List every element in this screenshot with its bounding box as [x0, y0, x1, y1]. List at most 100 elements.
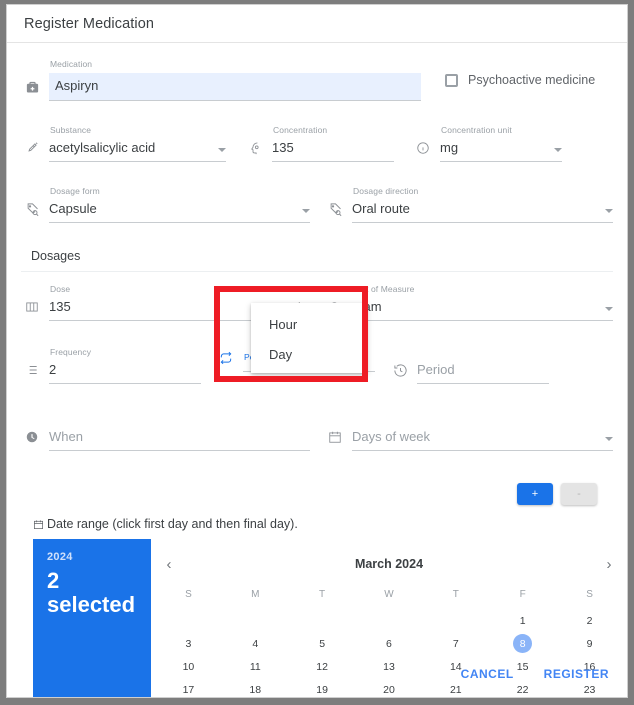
calendar-day-cell[interactable]: 11	[222, 655, 289, 678]
calendar-month-title: March 2024	[354, 557, 424, 571]
dosage-direction-value: Oral route	[352, 201, 410, 216]
concentration-unit-field[interactable]: Concentration unit mg	[412, 125, 562, 162]
calendar-day-cell[interactable]: 10	[155, 655, 222, 678]
calendar-day-cell[interactable]: 18	[222, 678, 289, 697]
period-line[interactable]: Period	[417, 361, 549, 384]
dropdown-option-day[interactable]: Day	[251, 339, 367, 369]
medical-bag-icon	[21, 76, 43, 98]
chevron-down-icon[interactable]	[218, 148, 226, 152]
chevron-down-icon[interactable]	[554, 148, 562, 152]
concentration-wrap: Concentration 135	[272, 125, 394, 162]
calendar-day-cell[interactable]: 6	[356, 632, 423, 655]
chevron-down-icon[interactable]	[605, 209, 613, 213]
medication-value: Aspiryn	[55, 78, 99, 93]
substance-wrap: Substance acetylsalicylic acid	[49, 125, 226, 162]
calendar-empty-cell	[422, 609, 489, 632]
add-dosage-button[interactable]: +	[517, 483, 553, 505]
calendar-day-today[interactable]: 8	[513, 634, 533, 653]
when-line[interactable]: When	[49, 428, 310, 451]
calendar-day-cell[interactable]: 3	[155, 632, 222, 655]
calendar-day[interactable]: 18	[246, 680, 265, 697]
calendar-day-cell[interactable]: 5	[289, 632, 356, 655]
calendar-day[interactable]: 17	[179, 680, 198, 697]
psychoactive-checkbox[interactable]	[445, 73, 458, 87]
calendar-day[interactable]: 11	[246, 657, 265, 676]
cancel-button[interactable]: CANCEL	[453, 661, 522, 687]
calendar-day-cell[interactable]: 12	[289, 655, 356, 678]
concentration-unit-line[interactable]: mg	[440, 139, 562, 162]
calendar-day-cell[interactable]: 9	[556, 632, 623, 655]
calendar-weekday: S	[586, 588, 593, 600]
medication-field[interactable]: Medication Aspiryn	[21, 59, 421, 101]
dialog-body: Medication Aspiryn Psychoactive medicine	[7, 59, 627, 697]
calendar-weekday: F	[519, 588, 526, 600]
frequency-line[interactable]: 2	[49, 361, 201, 384]
calendar-day-cell[interactable]: 1	[489, 609, 556, 632]
medication-label: Medication	[50, 59, 93, 69]
dialog-footer: CANCEL REGISTER	[453, 661, 617, 687]
when-field[interactable]: When	[21, 414, 310, 451]
calendar-day[interactable]: 6	[379, 634, 398, 653]
calendar-day-cell[interactable]: 2	[556, 609, 623, 632]
calendar-day[interactable]: 5	[313, 634, 332, 653]
unit-of-measure-line[interactable]: gram	[352, 298, 613, 321]
calendar-header: ‹ March 2024 ›	[155, 549, 623, 579]
calendar-day-cell[interactable]: 17	[155, 678, 222, 697]
unit-of-measure-field[interactable]: Unit of Measure gram	[324, 284, 613, 321]
substance-line[interactable]: acetylsalicylic acid	[49, 139, 226, 162]
period-unit-dropdown[interactable]: Hour Day	[251, 303, 367, 373]
calendar-weekday-header: SMTWTFS	[155, 579, 623, 609]
dosages-section-title: Dosages	[31, 249, 81, 263]
calendar-day[interactable]: 12	[313, 657, 332, 676]
repeat-icon	[215, 347, 237, 369]
register-button[interactable]: REGISTER	[536, 661, 617, 687]
days-of-week-field[interactable]: Days of week	[324, 414, 613, 451]
chevron-down-icon[interactable]	[605, 307, 613, 311]
frequency-field[interactable]: Frequency 2	[21, 347, 201, 384]
calendar-day[interactable]: 7	[446, 634, 465, 653]
dosage-direction-field[interactable]: Dosage direction Oral route	[324, 186, 613, 223]
calendar-day-cell[interactable]: 7	[422, 632, 489, 655]
prev-month-button[interactable]: ‹	[155, 556, 183, 573]
concentration-unit-value: mg	[440, 140, 459, 155]
medication-input[interactable]: Aspiryn	[49, 73, 421, 101]
medication-input-wrap: Medication Aspiryn	[49, 59, 421, 101]
calendar-day[interactable]: 2	[580, 611, 599, 630]
concentration-unit-wrap: Concentration unit mg	[440, 125, 562, 162]
date-picker-summary: 2024 2 selected	[33, 539, 151, 697]
days-of-week-line[interactable]: Days of week	[352, 428, 613, 451]
dose-label: Dose	[50, 284, 71, 294]
dosage-form-row: Dosage form Capsule Dosage direction Ora…	[21, 186, 613, 223]
calendar-day[interactable]: 9	[580, 634, 599, 653]
calendar-day[interactable]: 10	[179, 657, 198, 676]
dialog-title-bar: Register Medication	[7, 5, 627, 43]
dosage-form-field[interactable]: Dosage form Capsule	[21, 186, 310, 223]
calendar-day-cell[interactable]: 4	[222, 632, 289, 655]
concentration-value: 135	[272, 140, 294, 155]
tag-search-icon	[324, 198, 346, 220]
calendar-day-cell[interactable]: 19	[289, 678, 356, 697]
frequency-label: Frequency	[50, 347, 92, 357]
calendar-day[interactable]: 13	[379, 657, 398, 676]
chevron-down-icon[interactable]	[605, 437, 613, 441]
calendar-day[interactable]: 20	[379, 680, 398, 697]
substance-label: Substance	[50, 125, 92, 135]
calendar-day-cell[interactable]: 13	[356, 655, 423, 678]
calendar-day[interactable]: 19	[313, 680, 332, 697]
medication-row: Medication Aspiryn Psychoactive medicine	[21, 59, 613, 101]
calendar-day[interactable]: 4	[246, 634, 265, 653]
dosage-direction-line[interactable]: Oral route	[352, 200, 613, 223]
period-field[interactable]: Period	[389, 347, 549, 384]
next-month-button[interactable]: ›	[595, 556, 623, 573]
calendar-day[interactable]: 3	[179, 634, 198, 653]
calendar-day-cell[interactable]: 20	[356, 678, 423, 697]
substance-field[interactable]: Substance acetylsalicylic acid	[21, 125, 226, 162]
dosage-form-line[interactable]: Capsule	[49, 200, 310, 223]
psychoactive-checkbox-row[interactable]: Psychoactive medicine	[445, 73, 595, 87]
concentration-line[interactable]: 135	[272, 139, 394, 162]
dropdown-option-hour[interactable]: Hour	[251, 309, 367, 339]
calendar-day[interactable]: 1	[513, 611, 532, 630]
chevron-down-icon[interactable]	[302, 209, 310, 213]
concentration-field[interactable]: Concentration 135	[244, 125, 394, 162]
calendar-day-cell[interactable]: 8	[489, 632, 556, 655]
